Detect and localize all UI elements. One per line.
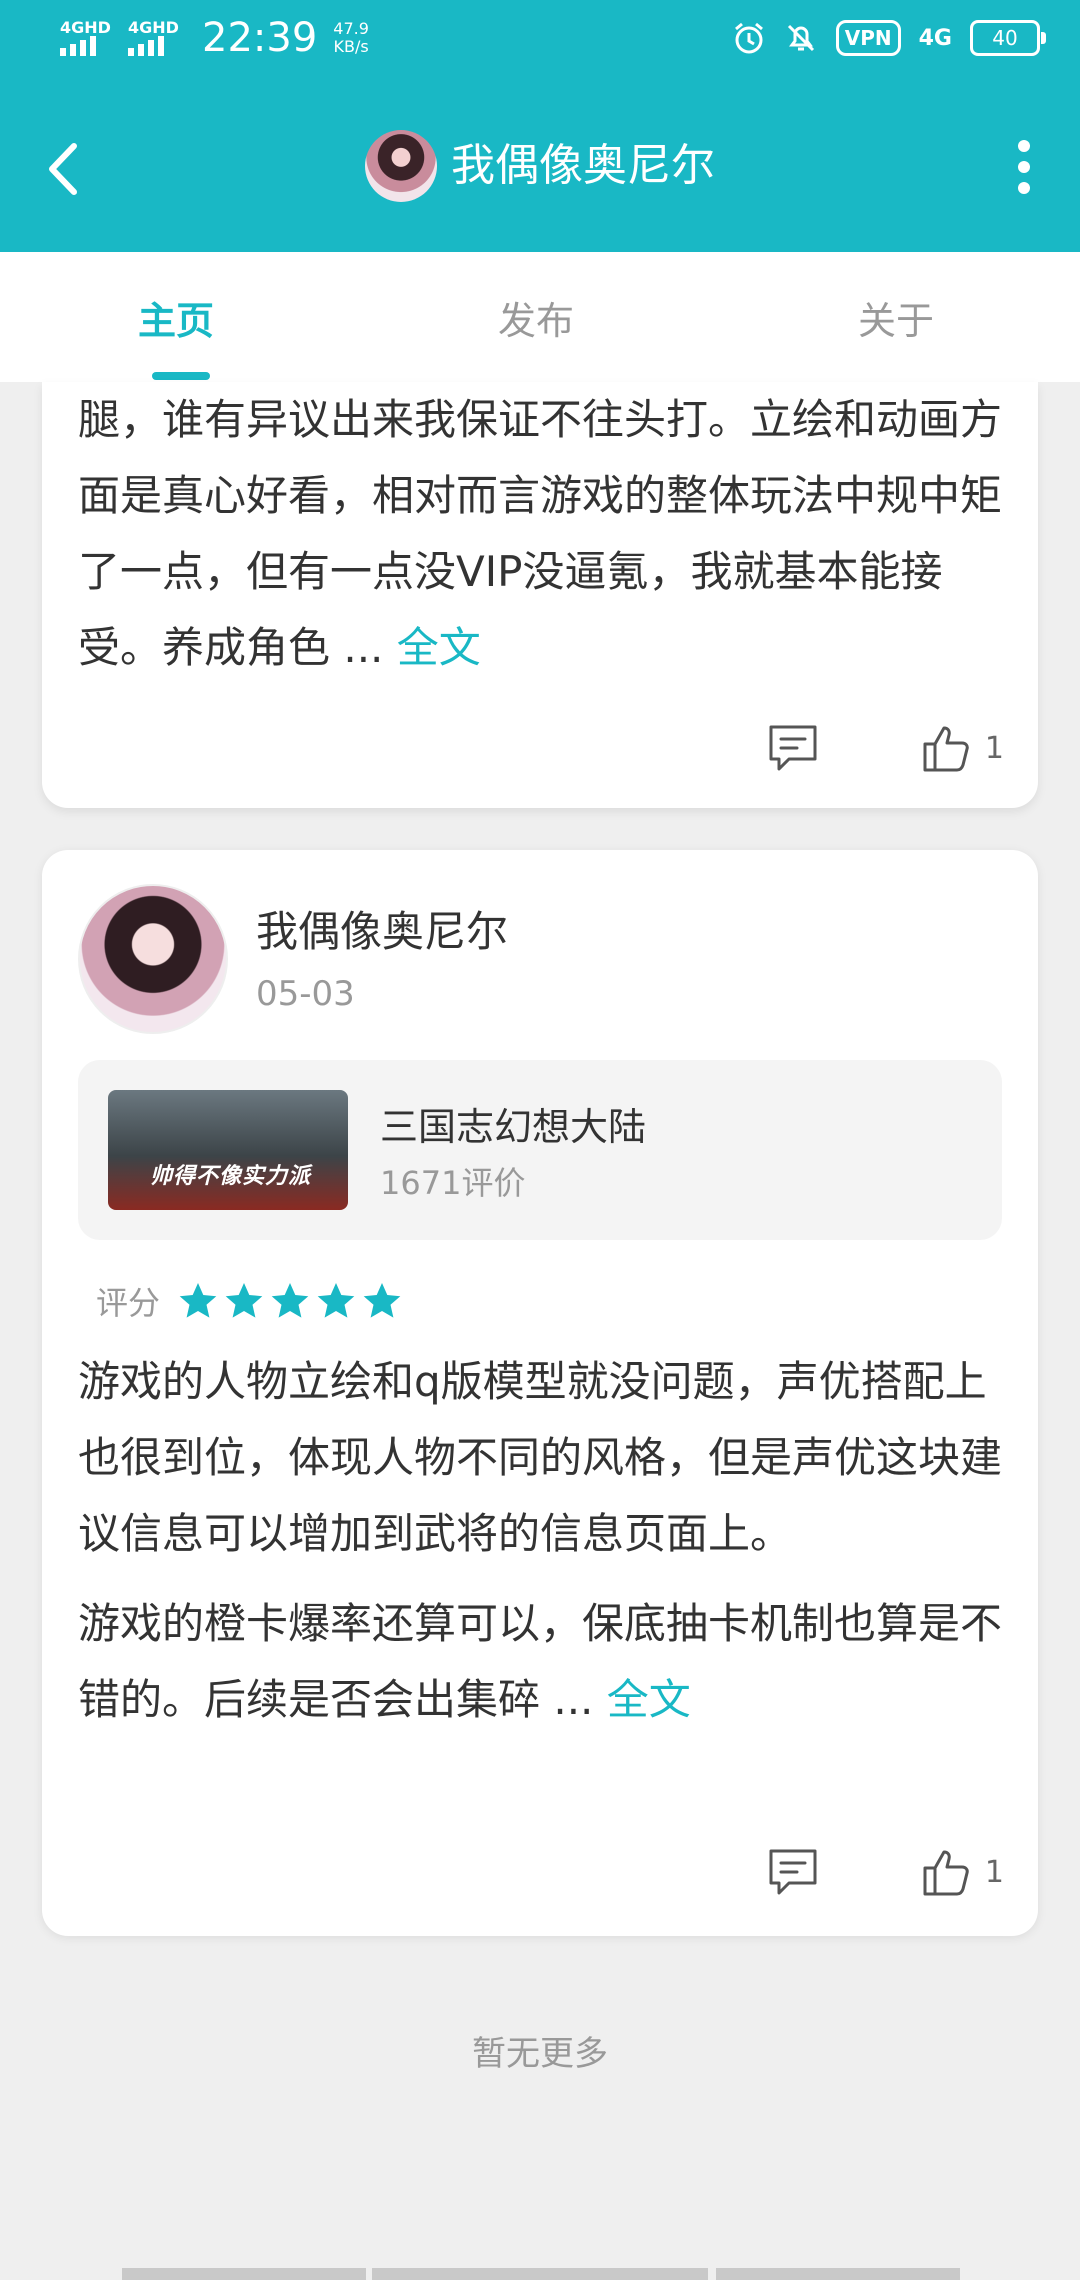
sim2-label: 4GHD (128, 18, 179, 37)
gesture-nav-bar[interactable] (0, 2268, 1080, 2280)
status-left: 4GHD 4GHD 22:39 47.9 KB/s (58, 18, 369, 58)
battery-icon: 40 (970, 20, 1046, 56)
game-review-count: 1671评价 (380, 1164, 526, 1202)
thumbs-up-icon[interactable] (921, 722, 973, 774)
avatar (365, 130, 437, 202)
status-bar: 4GHD 4GHD 22:39 47.9 KB/s VPN 4G 40 (0, 0, 1080, 86)
title-group: 我偶像奥尼尔 (0, 130, 1080, 202)
review-text: 腿，谁有异议出来我保证不往头打。立绘和动画方面是真心好看，相对而言游戏的整体玩法… (78, 382, 1018, 686)
more-menu-icon[interactable] (1018, 140, 1032, 200)
star-icon (363, 1283, 401, 1318)
review-paragraph-text: 游戏的橙卡爆率还算可以，保底抽卡机制也算是不错的。后续是否会出集碎 ... (78, 1599, 1003, 1724)
clock: 22:39 (202, 15, 318, 61)
like-count: 1 (984, 730, 1004, 766)
game-banner-image: 帅得不像实力派 (108, 1090, 348, 1210)
review-paragraph: 游戏的人物立绘和q版模型就没问题，声优搭配上也很到位，体现人物不同的风格，但是声… (78, 1357, 1003, 1558)
network-speed: 47.9 KB/s (333, 20, 369, 56)
rating: 评分 (96, 1278, 408, 1324)
game-banner-text: 帅得不像实力派 (150, 1164, 312, 1189)
tab-home[interactable]: 主页 (138, 290, 214, 345)
tab-indicator (152, 372, 210, 380)
star-icon (317, 1283, 355, 1318)
game-card[interactable]: 帅得不像实力派 三国志幻想大陆 1671评价 (78, 1060, 1002, 1240)
review-actions: 1 (767, 1842, 1004, 1902)
thumbs-up-icon[interactable] (921, 1846, 973, 1898)
tab-bar: 主页 发布 关于 (0, 252, 1080, 382)
speed-unit: KB/s (333, 37, 369, 56)
review-date: 05-03 (256, 974, 355, 1014)
star-icon (271, 1283, 309, 1318)
signal-icon: 4GHD (58, 18, 116, 58)
status-right: VPN 4G 40 (732, 20, 1046, 56)
speed-value: 47.9 (333, 19, 369, 38)
review-text-body: 腿，谁有异议出来我保证不往头打。立绘和动画方面是真心好看，相对而言游戏的整体玩法… (78, 395, 1003, 672)
tab-about[interactable]: 关于 (858, 290, 934, 345)
review-card[interactable]: 我偶像奥尼尔 05-03 帅得不像实力派 三国志幻想大陆 1671评价 评分 游… (42, 850, 1038, 1936)
review-body: 游戏的人物立绘和q版模型就没问题，声优搭配上也很到位，体现人物不同的风格，但是声… (78, 1344, 1018, 1738)
review-actions: 1 (767, 718, 1004, 778)
vpn-badge: VPN (835, 20, 901, 56)
signal-icon: 4GHD (126, 18, 184, 58)
rating-label: 评分 (96, 1284, 161, 1322)
star-icon (179, 1283, 217, 1318)
tab-posts[interactable]: 发布 (498, 290, 574, 345)
sim1-label: 4GHD (60, 18, 111, 37)
full-text-link[interactable]: 全文 (607, 1675, 691, 1724)
game-name: 三国志幻想大陆 (380, 1105, 647, 1149)
full-text-link[interactable]: 全文 (397, 623, 481, 672)
like-count: 1 (984, 1854, 1004, 1890)
no-more-label: 暂无更多 (472, 2034, 608, 2074)
comment-icon[interactable] (767, 723, 819, 773)
page-title: 我偶像奥尼尔 (451, 140, 715, 191)
star-icon (225, 1283, 263, 1318)
alarm-icon (734, 22, 763, 54)
avatar[interactable] (78, 884, 228, 1034)
review-paragraph: 游戏的橙卡爆率还算可以，保底抽卡机制也算是不错的。后续是否会出集碎 ... 全文 (78, 1586, 1018, 1738)
app-bar: 我偶像奥尼尔 (0, 86, 1080, 252)
mute-bell-icon (787, 24, 814, 52)
review-card[interactable]: 腿，谁有异议出来我保证不往头打。立绘和动画方面是真心好看，相对而言游戏的整体玩法… (42, 382, 1038, 808)
mobile-data-icon: 4G (918, 25, 952, 51)
username[interactable]: 我偶像奥尼尔 (256, 898, 508, 959)
comment-icon[interactable] (767, 1847, 819, 1897)
